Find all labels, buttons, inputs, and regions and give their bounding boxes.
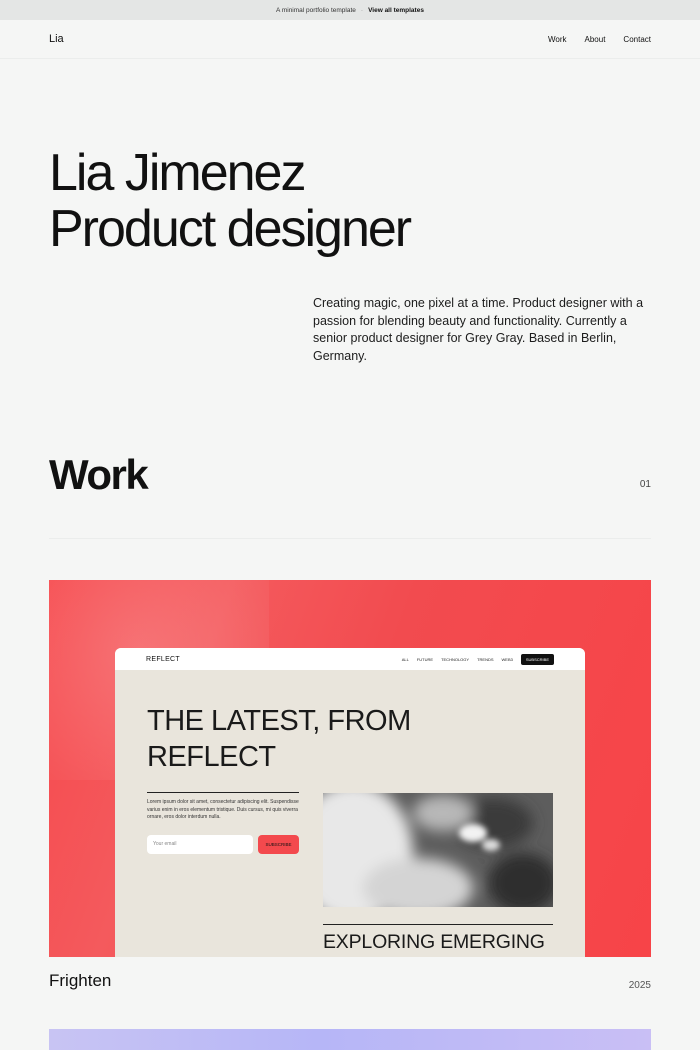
mockup-headline: THE LATEST, FROM REFLECT: [147, 703, 411, 775]
project-year: 2025: [628, 980, 651, 991]
mockup-headline-line2: REFLECT: [147, 741, 276, 773]
separator-dot: ·: [360, 6, 364, 14]
mockup-logo: REFLECT: [146, 655, 180, 663]
mockup-link-web3: WEB3: [501, 656, 513, 662]
mockup-headline-2: EXPLORING EMERGING: [323, 931, 545, 953]
nav-link-about[interactable]: About: [585, 35, 606, 44]
project-preview-mockup: REFLECT ALL FUTURE TECHNOLOGY TRENDS WEB…: [115, 648, 585, 957]
mockup-link-future: FUTURE: [416, 656, 434, 662]
announcement-bar: A minimal portfolio template · View all …: [0, 0, 700, 20]
intro-paragraph: Creating magic, one pixel at a time. Pro…: [313, 296, 644, 363]
view-templates-link[interactable]: View all templates: [368, 7, 424, 14]
mockup-divider-2: [323, 924, 553, 925]
abstract-blur-graphic: [323, 793, 553, 907]
mockup-link-all: ALL: [401, 656, 409, 662]
hero-role: Product designer: [49, 200, 412, 258]
mockup-link-technology: TECHNOLOGY: [441, 656, 470, 662]
section-divider: [49, 538, 651, 539]
mockup-abstract-image: [323, 793, 553, 907]
mockup-headline-line1: THE LATEST, FROM: [147, 705, 411, 737]
work-section-number: 01: [639, 479, 651, 490]
mockup-nav-links: ALL FUTURE TECHNOLOGY TRENDS WEB3 SUBSCR…: [401, 653, 554, 665]
mockup-divider: [147, 792, 299, 793]
nav-links: Work About Contact: [548, 35, 651, 44]
project-card-frighten[interactable]: REFLECT ALL FUTURE TECHNOLOGY TRENDS WEB…: [49, 580, 651, 957]
work-section-title: Work: [49, 451, 149, 498]
hero-title: Lia Jimenez Product designer: [49, 144, 412, 258]
nav-link-contact[interactable]: Contact: [623, 35, 651, 44]
mockup-link-trends: TRENDS: [477, 656, 494, 662]
mockup-subscribe-nav-button: SUBSCRIBE: [520, 653, 554, 665]
project-title[interactable]: Frighten: [49, 971, 111, 991]
mockup-body-text: Lorem ipsum dolor sit amet, consectetur …: [147, 799, 299, 820]
mockup-subscribe-button: SUBSCRIBE: [258, 835, 299, 854]
mockup-nav: REFLECT ALL FUTURE TECHNOLOGY TRENDS WEB…: [115, 648, 585, 670]
hero-name: Lia Jimenez: [49, 144, 306, 202]
announcement-text: A minimal portfolio template: [276, 6, 356, 14]
mockup-email-field: Your email: [147, 835, 253, 854]
site-logo[interactable]: Lia: [49, 33, 64, 45]
nav-link-work[interactable]: Work: [548, 35, 567, 44]
project-card-2[interactable]: [49, 1029, 651, 1050]
main-nav: Lia Work About Contact: [0, 20, 700, 59]
